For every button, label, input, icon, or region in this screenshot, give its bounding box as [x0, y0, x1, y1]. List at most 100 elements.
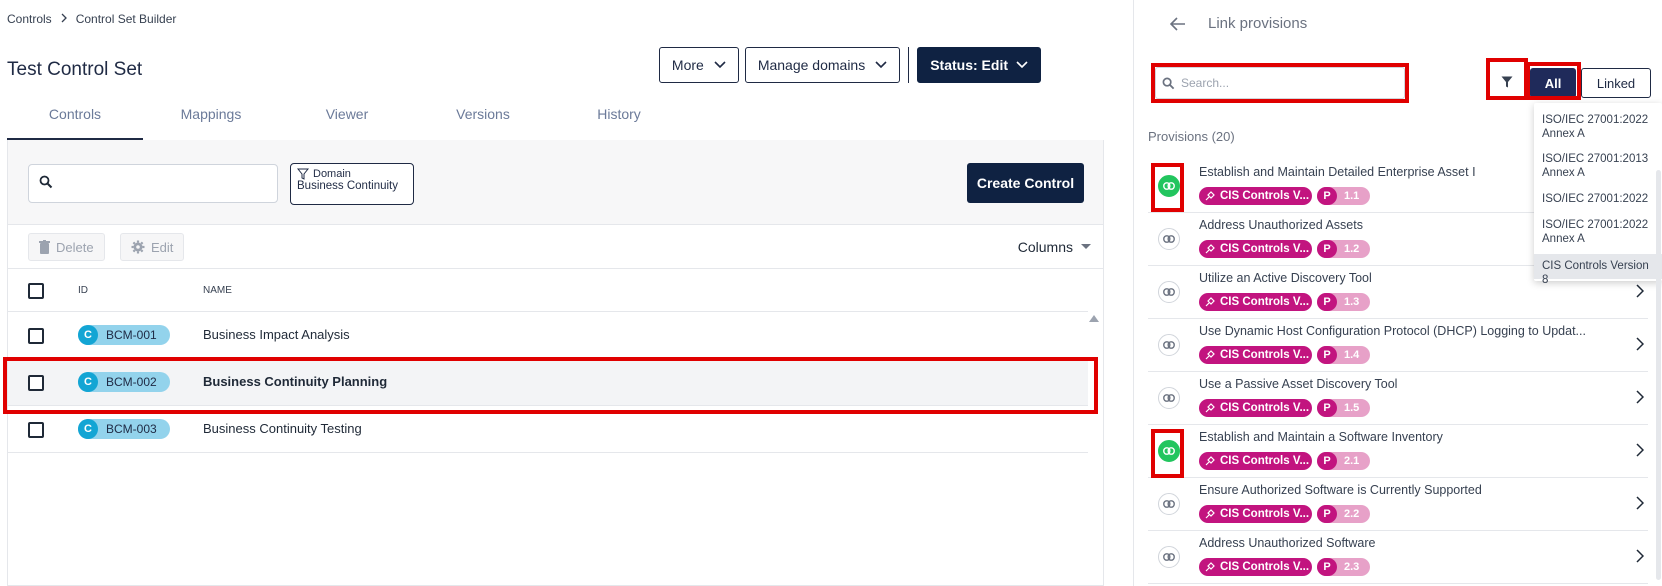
provision-number: 1.2: [1344, 243, 1360, 255]
link-icon[interactable]: [1158, 546, 1180, 568]
segment-all[interactable]: All: [1530, 68, 1576, 98]
row-checkbox[interactable]: [28, 375, 44, 391]
framework-tag-label: CIS Controls V...: [1220, 349, 1310, 361]
framework-option[interactable]: ISO/IEC 27001:2013 Annex A: [1534, 152, 1662, 180]
link-icon[interactable]: [1158, 493, 1180, 515]
chevron-right-icon[interactable]: [1636, 549, 1644, 563]
create-control-button[interactable]: Create Control: [967, 163, 1084, 203]
link-icon[interactable]: [1158, 440, 1180, 462]
provision-type: P: [1317, 346, 1337, 364]
framework-tag: CIS Controls V...: [1199, 399, 1312, 417]
manage-domains-button[interactable]: Manage domains: [744, 47, 901, 83]
controls-search-input[interactable]: [28, 164, 278, 203]
link-tag-icon: [1205, 403, 1215, 413]
framework-tag: CIS Controls V...: [1199, 505, 1312, 523]
back-arrow-icon[interactable]: [1170, 16, 1186, 31]
provision-row[interactable]: Ensure Authorized Software is Currently …: [1148, 478, 1648, 531]
domain-filter-chip[interactable]: Domain Business Continuity: [290, 163, 414, 205]
page-title: Test Control Set: [7, 59, 143, 80]
provision-type: P: [1317, 187, 1337, 205]
filter-icon: [1501, 76, 1513, 88]
link-tag-icon: [1205, 244, 1215, 254]
framework-option-selected[interactable]: CIS Controls Version 8: [1534, 254, 1662, 286]
domain-filter-label: Domain: [313, 168, 351, 180]
breadcrumb-current: Control Set Builder: [75, 12, 177, 26]
provision-row[interactable]: Use a Passive Asset Discovery Tool CIS Co…: [1148, 372, 1648, 425]
link-icon[interactable]: [1158, 228, 1180, 250]
provision-number-tag: P 1.5: [1317, 399, 1370, 417]
select-all-checkbox[interactable]: [28, 283, 44, 299]
provision-number-tag: P 1.4: [1317, 346, 1370, 364]
chevron-right-icon: [60, 12, 68, 26]
chevron-right-icon[interactable]: [1636, 337, 1644, 351]
framework-tag: CIS Controls V...: [1199, 558, 1312, 576]
framework-tag: CIS Controls V...: [1199, 187, 1312, 205]
provision-row[interactable]: Establish and Maintain a Software Invent…: [1148, 425, 1648, 478]
tab-viewer[interactable]: Viewer: [279, 98, 415, 140]
table-row[interactable]: C BCM-001 Business Impact Analysis: [8, 312, 1088, 359]
framework-tag: CIS Controls V...: [1199, 240, 1312, 258]
search-placeholder: Search...: [1181, 76, 1230, 90]
provision-number: 1.4: [1344, 349, 1360, 361]
filter-button[interactable]: [1493, 68, 1521, 96]
link-icon[interactable]: [1158, 175, 1180, 197]
caret-down-icon: [1081, 244, 1091, 249]
framework-tag-label: CIS Controls V...: [1220, 508, 1310, 520]
framework-tag: CIS Controls V...: [1199, 346, 1312, 364]
link-icon[interactable]: [1158, 334, 1180, 356]
framework-tag: CIS Controls V...: [1199, 293, 1312, 311]
tab-versions[interactable]: Versions: [415, 98, 551, 140]
provision-row[interactable]: Use Dynamic Host Configuration Protocol …: [1148, 319, 1648, 372]
provision-title: Address Unauthorized Software: [1199, 536, 1376, 550]
domain-filter-value: Business Continuity: [297, 180, 398, 192]
table-row[interactable]: C BCM-002 Business Continuity Planning: [8, 359, 1088, 406]
control-id-badge: C BCM-002: [78, 372, 170, 392]
table-row[interactable]: C BCM-003 Business Continuity Testing: [8, 406, 1088, 453]
tab-mappings[interactable]: Mappings: [143, 98, 279, 140]
edit-button[interactable]: Edit: [120, 233, 185, 261]
framework-option[interactable]: ISO/IEC 27001:2022 Annex A: [1534, 218, 1662, 246]
more-button[interactable]: More: [658, 47, 739, 83]
provision-number: 1.5: [1344, 402, 1360, 414]
provision-row[interactable]: Address Unauthorized Software CIS Control…: [1148, 531, 1648, 584]
breadcrumb-controls[interactable]: Controls: [7, 12, 52, 26]
panel-scrollbar[interactable]: [1656, 170, 1661, 580]
provision-number-tag: P 2.1: [1317, 452, 1370, 470]
link-icon[interactable]: [1158, 281, 1180, 303]
framework-option[interactable]: ISO/IEC 27001:2022: [1534, 192, 1662, 206]
divider: [908, 47, 910, 83]
link-icon[interactable]: [1158, 387, 1180, 409]
provision-number-tag: P 1.3: [1317, 293, 1370, 311]
chevron-right-icon[interactable]: [1636, 443, 1644, 457]
provision-type: P: [1317, 399, 1337, 417]
column-header-name[interactable]: NAME: [203, 285, 232, 296]
tab-history[interactable]: History: [551, 98, 687, 140]
chevron-down-icon: [875, 61, 887, 69]
provision-number: 2.1: [1344, 455, 1360, 467]
more-label: More: [671, 57, 704, 73]
tab-controls[interactable]: Controls: [7, 98, 143, 140]
panel-header: Link provisions: [1170, 15, 1307, 32]
row-checkbox[interactable]: [28, 422, 44, 438]
chevron-right-icon[interactable]: [1636, 496, 1644, 510]
columns-menu[interactable]: Columns: [1018, 239, 1091, 255]
search-icon: [1162, 77, 1175, 89]
provision-number-tag: P 2.3: [1317, 558, 1370, 576]
framework-tag-label: CIS Controls V...: [1220, 243, 1310, 255]
status-label: Status: Edit: [930, 57, 1008, 73]
row-checkbox[interactable]: [28, 328, 44, 344]
status-button[interactable]: Status: Edit: [917, 47, 1041, 83]
framework-option[interactable]: ISO/IEC 27001:2022 Annex A: [1534, 113, 1662, 141]
columns-label: Columns: [1017, 239, 1073, 255]
scroll-up-arrow[interactable]: [1089, 315, 1099, 322]
segment-linked[interactable]: Linked: [1581, 68, 1651, 98]
chevron-right-icon[interactable]: [1636, 390, 1644, 404]
column-header-id[interactable]: ID: [78, 285, 88, 296]
provision-number: 1.3: [1344, 296, 1360, 308]
manage-domains-label: Manage domains: [757, 57, 866, 73]
delete-button[interactable]: Delete: [28, 233, 105, 261]
control-name: Business Continuity Planning: [203, 374, 388, 389]
provisions-search-input[interactable]: Search...: [1155, 67, 1405, 99]
control-type-icon: C: [78, 419, 98, 439]
control-set-builder: Controls Control Set Builder Test Contro…: [0, 0, 1133, 586]
